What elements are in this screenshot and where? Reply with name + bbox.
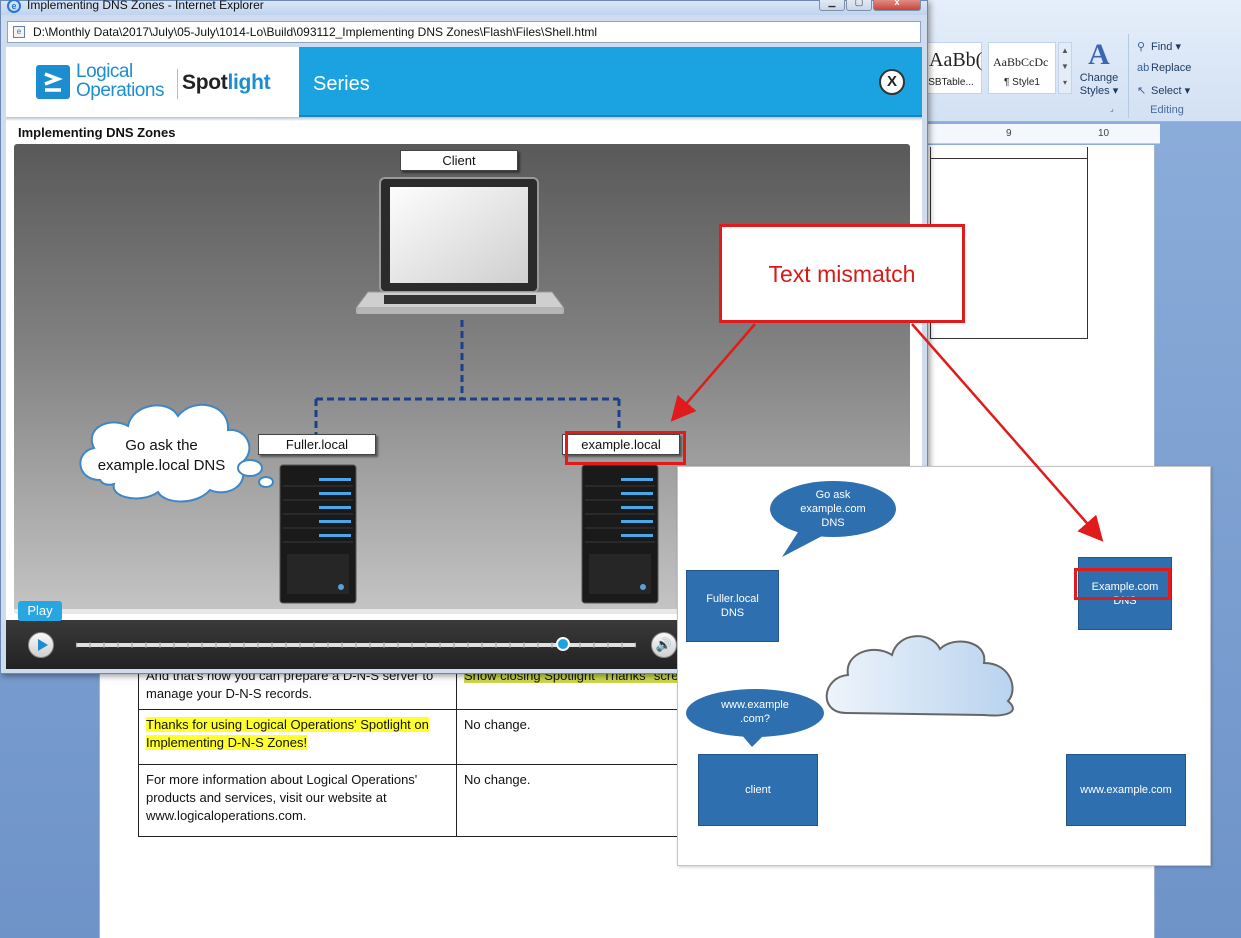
storyboard-client-box: client xyxy=(698,754,818,826)
editing-group-label: Editing xyxy=(1150,104,1184,116)
client-label: Client xyxy=(400,150,518,171)
binoculars-icon: ⚲ xyxy=(1137,41,1146,53)
change-styles-button[interactable]: A Change Styles ▾ xyxy=(1074,38,1124,104)
callout-text: Text mismatch xyxy=(768,261,916,287)
horizontal-ruler: 9 10 xyxy=(920,124,1160,144)
cursor-icon: ↖ xyxy=(1137,85,1147,97)
thought-bubble-text: Go ask the example.local DNS xyxy=(97,437,226,474)
speech-bubble-top-text: Go ask example.com DNS xyxy=(800,489,866,529)
change-styles-label: Change xyxy=(1079,72,1119,84)
ie-logo-icon: e xyxy=(7,0,21,13)
minimize-button[interactable]: ▁ xyxy=(819,0,845,11)
speech-bubble-bottom-text: www.example .com? xyxy=(721,699,789,725)
spotlight-header: Logical Operations Spotlight Series X xyxy=(6,47,922,121)
narration-cell: Thanks for using Logical Operations' Spo… xyxy=(138,709,457,765)
storyboard-image: Go ask example.com DNS www.example .com?… xyxy=(677,466,1211,866)
lesson-title: Implementing DNS Zones xyxy=(18,125,176,140)
page-icon: e xyxy=(13,26,25,38)
header-shadow xyxy=(6,117,922,121)
window-title: Implementing DNS Zones - Internet Explor… xyxy=(27,0,264,12)
ie-title-bar: e Implementing DNS Zones - Internet Expl… xyxy=(1,0,927,15)
find-button[interactable]: ⚲ Find ▾ xyxy=(1137,40,1181,53)
ruler-mark: 10 xyxy=(1098,128,1110,139)
ruler-mark: 9 xyxy=(1006,128,1012,139)
server-icon xyxy=(581,464,659,604)
logo-divider xyxy=(177,69,178,99)
play-button[interactable] xyxy=(28,632,54,658)
storyboard-www-box: www.example.com xyxy=(1066,754,1186,826)
table-border xyxy=(930,158,1088,159)
action-cell: No change. xyxy=(456,764,698,837)
replace-icon: ab xyxy=(1137,62,1150,74)
play-icon xyxy=(38,639,48,651)
cloud-shape xyxy=(825,635,1014,717)
change-styles-icon: A xyxy=(1088,38,1110,71)
style-name: ¶ Style1 xyxy=(1004,77,1040,88)
player-close-button[interactable]: X xyxy=(879,69,905,95)
speech-bubble-bottom-tail xyxy=(740,733,766,747)
spotlight-wordmark: Spotlight xyxy=(182,71,271,94)
mismatch-highlight-player xyxy=(565,431,686,465)
styles-gallery-scroll[interactable]: ▲ ▼ ▾ xyxy=(1058,42,1072,94)
laptop-icon xyxy=(355,177,565,314)
table-row: For more information about Logical Opera… xyxy=(138,764,698,837)
volume-button[interactable]: 🔊 xyxy=(651,632,677,658)
storyboard-script-table: And that's how you can prepare a D-N-S s… xyxy=(138,660,698,837)
storyboard-fuller-box: Fuller.local DNS xyxy=(686,570,779,642)
series-label: Series xyxy=(313,73,370,95)
style-style1[interactable]: AaBbCcDc ¶ Style1 xyxy=(988,42,1056,94)
action-cell: No change. xyxy=(456,709,698,765)
style-sample: AaBb( xyxy=(929,49,983,71)
narration-cell: For more information about Logical Opera… xyxy=(138,764,457,837)
style-name: SBTable... xyxy=(928,77,974,88)
logical-operations-wordmark: Logical Operations xyxy=(76,61,164,101)
play-tooltip: Play xyxy=(18,601,62,621)
select-button[interactable]: ↖ Select ▾ xyxy=(1137,84,1190,97)
progress-ticks xyxy=(76,642,636,648)
mismatch-highlight-storyboard xyxy=(1074,568,1171,600)
series-banner: Series X xyxy=(299,47,922,117)
change-styles-label-2: Styles ▾ xyxy=(1079,85,1119,97)
replace-button[interactable]: ab Replace xyxy=(1137,62,1191,74)
text-mismatch-callout: Text mismatch xyxy=(719,224,965,323)
style-sample: AaBbCcDc xyxy=(993,55,1049,69)
address-bar[interactable]: e D:\Monthly Data\2017\July\05-July\1014… xyxy=(7,21,921,43)
style-sbtable[interactable]: AaBb( SBTable... xyxy=(920,42,982,94)
fuller-local-label: Fuller.local xyxy=(258,434,376,455)
address-url: D:\Monthly Data\2017\July\05-July\1014-L… xyxy=(33,25,598,39)
table-row: Thanks for using Logical Operations' Spo… xyxy=(138,709,698,765)
window-close-button[interactable]: x xyxy=(873,0,921,11)
maximize-button[interactable]: ▢ xyxy=(846,0,872,11)
logical-operations-logo-icon xyxy=(36,65,70,99)
editing-group: ⚲ Find ▾ ab Replace ↖ Select ▾ Editing xyxy=(1128,34,1204,118)
dialog-launcher-icon[interactable]: ⌟ xyxy=(1110,104,1114,113)
